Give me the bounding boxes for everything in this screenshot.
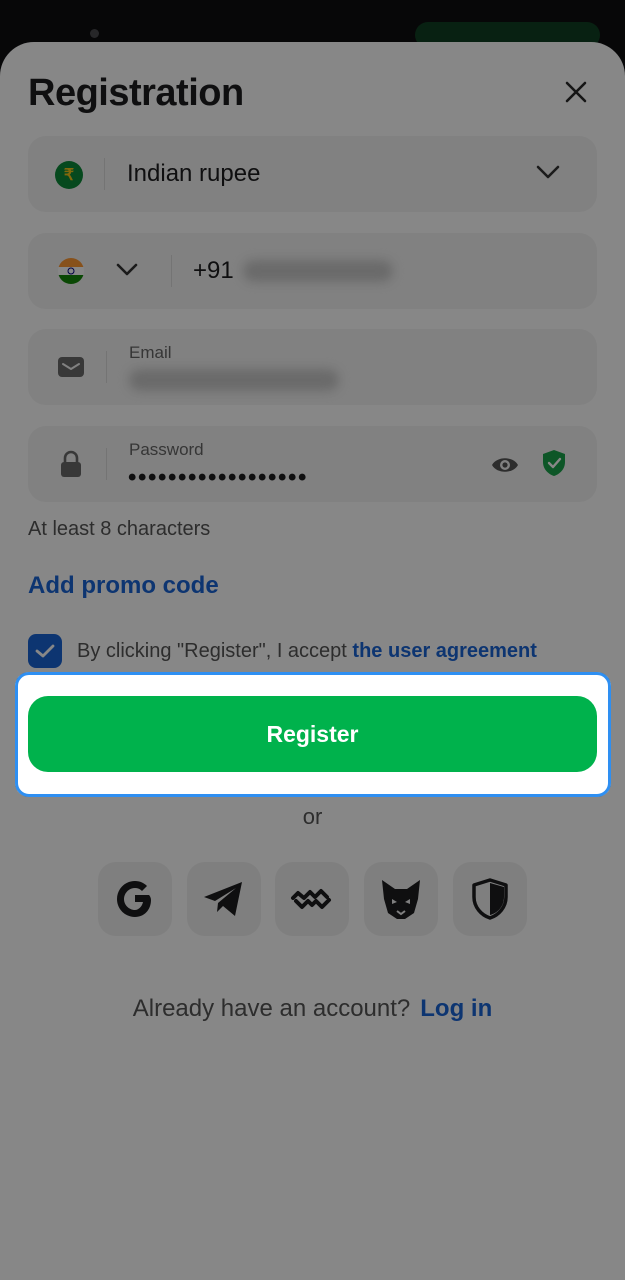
shield-icon — [472, 878, 508, 920]
email-label: Email — [129, 343, 172, 362]
login-question: Already have an account? — [132, 995, 411, 1022]
divider — [104, 158, 105, 190]
phone-country-code: +91 — [193, 257, 234, 284]
email-value-redacted[interactable] — [129, 369, 339, 391]
close-icon — [565, 81, 587, 103]
walletconnect-login-button[interactable] — [275, 862, 349, 936]
phone-field[interactable]: +91 — [28, 233, 597, 309]
divider — [106, 448, 107, 480]
chevron-down-icon[interactable] — [114, 260, 140, 280]
agreement-text: By clicking "Register", I accept the use… — [77, 640, 537, 663]
shield-check-icon — [543, 450, 565, 476]
telegram-login-button[interactable] — [187, 862, 261, 936]
close-button[interactable] — [560, 76, 592, 108]
currency-value: Indian rupee — [127, 160, 261, 187]
lock-icon — [57, 450, 85, 478]
passkey-login-button[interactable] — [453, 862, 527, 936]
password-hint: At least 8 characters — [28, 518, 211, 540]
agreement-prefix: By clicking "Register", I accept — [77, 639, 353, 662]
password-value: •••••••••••••••••• — [128, 464, 309, 491]
email-field[interactable]: Email — [28, 329, 597, 405]
divider — [106, 351, 107, 383]
eye-icon[interactable] — [490, 450, 520, 480]
register-button[interactable]: Register — [28, 696, 597, 772]
status-bar — [0, 0, 625, 48]
agreement-checkbox[interactable] — [28, 634, 62, 668]
india-flag-icon[interactable] — [58, 258, 84, 284]
login-prompt: Already have an account? Log in — [0, 995, 625, 1023]
currency-select[interactable]: ₹ Indian rupee — [28, 136, 597, 212]
registration-sheet: Registration ₹ Indian rupee +91 Email Pa… — [0, 42, 625, 1280]
metamask-login-button[interactable] — [364, 862, 438, 936]
metamask-icon — [382, 880, 420, 919]
password-label: Password — [129, 440, 204, 459]
google-icon — [117, 881, 151, 917]
user-agreement-link[interactable]: the user agreement — [352, 640, 537, 662]
telegram-icon — [204, 882, 242, 916]
walletconnect-icon — [291, 889, 331, 909]
phone-number-redacted[interactable] — [243, 260, 393, 282]
chevron-down-icon — [536, 165, 560, 179]
divider — [171, 255, 172, 287]
camera-dot — [90, 29, 99, 38]
register-highlight: Register — [15, 672, 611, 797]
agreement-row: By clicking "Register", I accept the use… — [28, 634, 537, 668]
log-in-link[interactable]: Log in — [420, 995, 492, 1022]
or-separator: or — [302, 804, 323, 829]
checkmark-icon — [35, 644, 55, 658]
add-promo-code-link[interactable]: Add promo code — [28, 572, 219, 600]
page-title: Registration — [28, 72, 244, 114]
rupee-icon: ₹ — [55, 161, 83, 189]
google-login-button[interactable] — [98, 862, 172, 936]
password-field[interactable]: Password •••••••••••••••••• — [28, 426, 597, 502]
mail-icon — [57, 353, 85, 381]
